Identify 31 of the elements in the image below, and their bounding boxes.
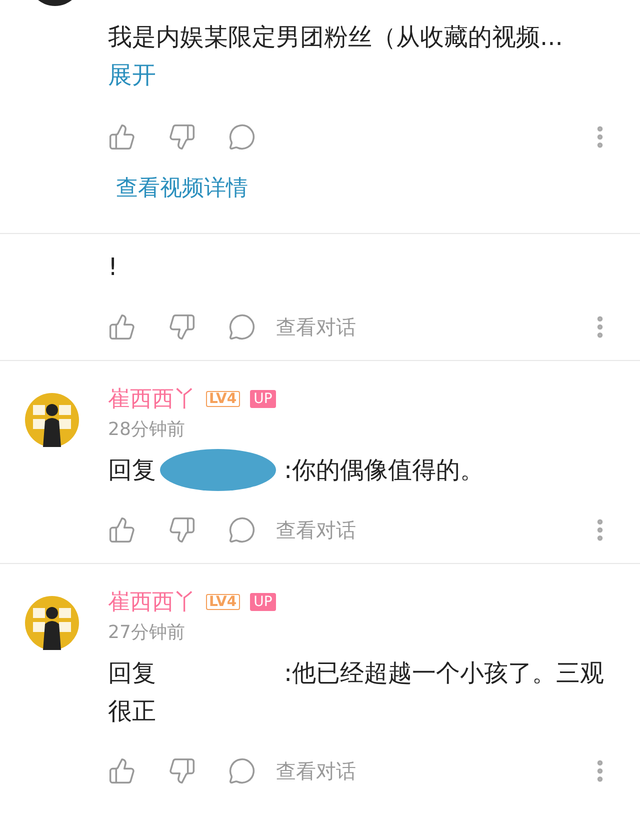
view-video-details-link[interactable]: 查看视频详情 — [116, 172, 640, 205]
thumbs-down-icon[interactable] — [168, 313, 196, 341]
level-badge: LV4 — [206, 594, 240, 610]
thumbs-down-icon[interactable] — [168, 516, 196, 544]
up-badge: UP — [250, 593, 276, 611]
thumbs-up-icon[interactable] — [108, 516, 136, 544]
thumbs-down-icon[interactable] — [168, 757, 196, 785]
comment-icon[interactable] — [228, 757, 256, 785]
thumbs-down-icon[interactable] — [168, 123, 196, 151]
level-badge: LV4 — [206, 391, 240, 407]
username[interactable]: 崔西西丫 — [108, 382, 196, 416]
thumbs-up-icon[interactable] — [108, 313, 136, 341]
comment-text: ! — [108, 253, 118, 281]
comment-icon[interactable] — [228, 123, 256, 151]
username[interactable]: 崔西西丫 — [108, 586, 196, 618]
view-conversation-link[interactable]: 查看对话 — [276, 515, 356, 545]
comment-icon[interactable] — [228, 313, 256, 341]
view-conversation-link[interactable]: 查看对话 — [276, 756, 356, 786]
timestamp: 28分钟前 — [108, 418, 186, 442]
comment-text: 我是内娱某限定男团粉丝（从收藏的视频... — [108, 23, 563, 51]
avatar[interactable] — [25, 393, 79, 447]
comment-text: 回复 :他已经超越一个小孩了。三观很正 — [108, 658, 606, 727]
comment-text: 回复 :你的偶像值得的。 — [108, 455, 486, 486]
timestamp: 27分钟前 — [108, 621, 186, 645]
avatar[interactable] — [25, 596, 79, 650]
up-badge: UP — [250, 390, 276, 408]
expand-link[interactable]: 展开 — [108, 56, 640, 94]
thumbs-up-icon[interactable] — [108, 123, 136, 151]
view-conversation-link[interactable]: 查看对话 — [276, 312, 356, 342]
thumbs-up-icon[interactable] — [108, 757, 136, 785]
comment-icon[interactable] — [228, 516, 256, 544]
